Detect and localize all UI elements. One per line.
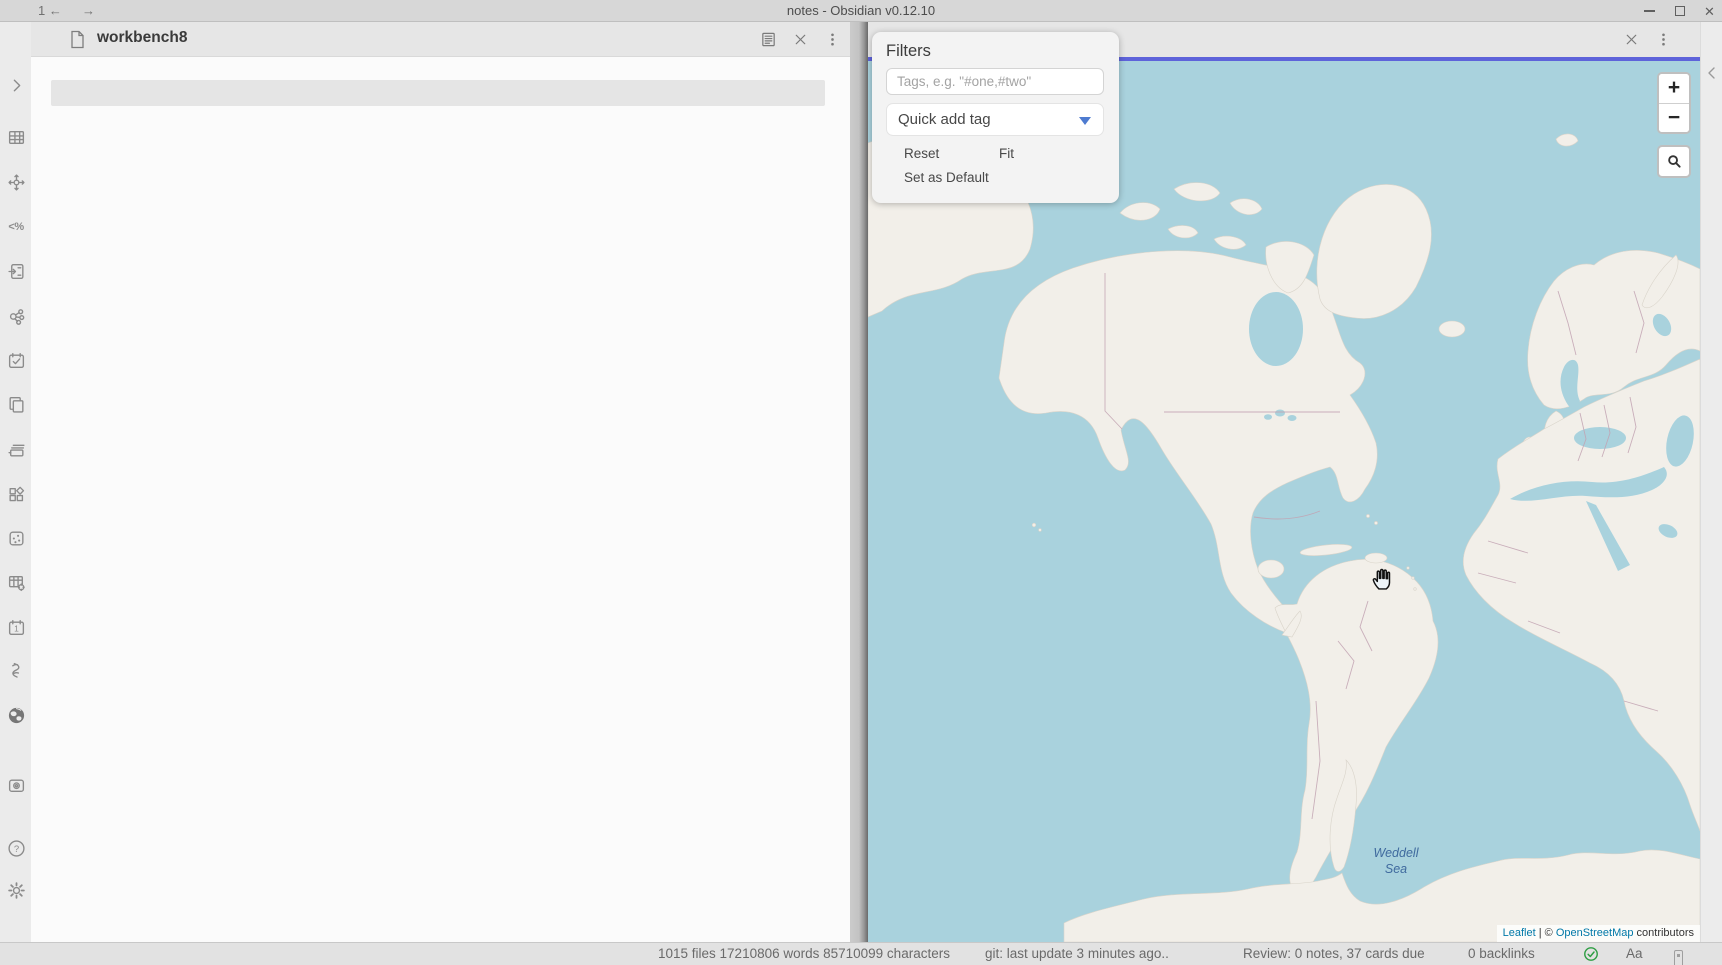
search-icon [1667,154,1682,169]
table-settings-icon[interactable] [6,572,26,592]
window-controls: ✕ [1643,0,1716,22]
note-pane: workbench8 [31,22,850,942]
copy-note-icon[interactable] [6,394,26,414]
right-ribbon [1700,22,1722,942]
status-check-icon [1583,946,1599,965]
zoom-in-button[interactable]: + [1659,74,1689,103]
dice-icon[interactable] [6,528,26,548]
map-attribution: Leaflet | © OpenStreetMap contributors [1497,925,1700,942]
reset-button[interactable]: Reset [904,146,939,161]
note-editor[interactable] [31,57,850,942]
templater-icon[interactable]: <% [6,217,26,237]
close-map-pane-icon[interactable] [1622,30,1640,48]
minimize-icon[interactable] [1643,5,1656,18]
tab-title: workbench8 [97,29,187,47]
graph-icon[interactable] [6,306,26,326]
fit-button[interactable]: Fit [999,146,1014,161]
empty-line-highlight [51,80,825,106]
blocks-icon[interactable] [6,484,26,504]
sea-label-sea: Sea [1385,862,1407,876]
hand-grab-cursor [1370,567,1396,593]
status-bar: 1015 files 17210806 words 85710099 chara… [0,942,1722,965]
route-icon[interactable] [6,660,26,680]
filters-title: Filters [886,42,1105,61]
map-filters-panel: Filters Quick add tag Reset Fit Set as D… [872,32,1119,203]
calendar-check-icon[interactable] [6,350,26,370]
tags-filter-input[interactable] [886,68,1104,95]
map-search-button[interactable] [1657,145,1691,178]
quick-add-tag-label: Quick add tag [898,111,991,128]
close-icon[interactable]: ✕ [1703,5,1716,18]
leaflet-link[interactable]: Leaflet [1503,927,1536,939]
help-icon[interactable]: ? [6,838,26,858]
table-icon[interactable] [6,127,26,147]
more-options-icon[interactable] [823,30,841,48]
note-embed-icon[interactable] [6,261,26,281]
card-stack-icon[interactable] [6,439,26,459]
note-pane-header: workbench8 [31,22,850,57]
close-pane-icon[interactable] [791,30,809,48]
map-more-options-icon[interactable] [1654,30,1672,48]
openstreetmap-link[interactable]: OpenStreetMap [1556,927,1634,939]
svg-text:?: ? [13,843,18,854]
chevron-expand-icon[interactable] [6,75,26,95]
file-icon [69,30,87,50]
quick-add-tag-dropdown[interactable]: Quick add tag [886,103,1104,136]
left-ribbon: <% 1 ? [0,22,31,942]
pan-move-icon[interactable] [6,172,26,192]
svg-text:1: 1 [14,623,19,633]
media-frame-icon[interactable] [6,775,26,795]
map-globe-icon[interactable] [6,705,26,725]
maximize-icon[interactable] [1673,5,1686,18]
review-status: Review: 0 notes, 37 cards due [1243,943,1425,965]
window-title: notes - Obsidian v0.12.10 [0,0,1722,22]
dropdown-caret-icon [1079,117,1091,125]
backlinks-count: 0 backlinks [1468,943,1535,965]
file-stats: 1015 files 17210806 words 85710099 chara… [658,943,950,965]
titlebar: 1 ← → notes - Obsidian v0.12.10 ✕ [0,0,1722,22]
settings-icon[interactable] [6,880,26,900]
chevron-collapse-icon[interactable] [1703,64,1721,82]
syntax-toggle[interactable]: Aa [1626,945,1643,965]
set-as-default-button[interactable]: Set as Default [904,170,989,185]
zoom-out-button[interactable]: − [1659,103,1689,132]
daily-note-icon[interactable]: 1 [6,617,26,637]
pane-resize-divider[interactable] [850,22,868,942]
map-zoom-control: + − [1657,72,1691,134]
obsidian-window: 1 ← → notes - Obsidian v0.12.10 ✕ <% 1 ? [0,0,1722,965]
git-status: git: last update 3 minutes ago.. [985,943,1169,965]
status-square-icon [1674,950,1683,965]
map-pane: Weddell Sea + − Leaflet | © OpenStreetMa… [868,22,1700,942]
sea-label-weddell: Weddell [1374,846,1420,860]
reading-view-icon[interactable] [759,30,777,48]
